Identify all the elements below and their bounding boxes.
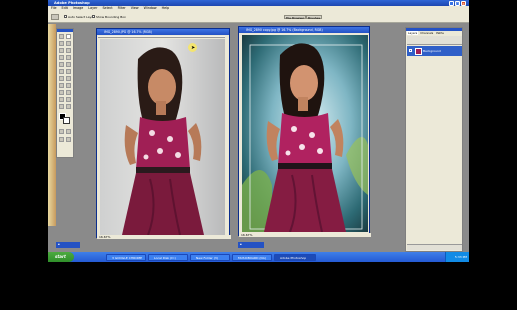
clock: 5:33 PM (454, 255, 467, 259)
background-color-swatch[interactable] (63, 117, 70, 124)
minimized-document[interactable]: ▪ (56, 242, 80, 248)
toolbox-header (57, 29, 73, 32)
photo-girl-edited (242, 35, 368, 232)
panel-tabs: Layers Channels Paths (407, 31, 445, 35)
brush-tool-icon[interactable] (66, 55, 71, 60)
gradient-tool-icon[interactable] (66, 69, 71, 74)
close-icon[interactable]: × (461, 0, 466, 6)
document-canvas[interactable] (100, 39, 225, 235)
move-tool-icon[interactable] (66, 34, 71, 39)
lasso-tool-icon[interactable] (59, 41, 64, 46)
document-window-edited: IMG_2890 copy.jpg @ 16.7% (Background, R… (238, 26, 371, 237)
task-chrome[interactable]: 3 GOOGLE CHROME (106, 253, 146, 261)
windows-taskbar: start 3 GOOGLE CHROME Local Disk (D:) Ne… (48, 252, 469, 262)
move-tool-preset-icon[interactable] (51, 14, 59, 20)
tab-channels[interactable]: Channels (419, 31, 434, 35)
hand-tool-icon[interactable] (59, 104, 64, 109)
zoom-tool-icon[interactable] (66, 104, 71, 109)
shape-tool-icon[interactable] (66, 90, 71, 95)
standard-mode-icon[interactable] (59, 129, 64, 134)
options-bar: Auto Select Layer Show Bounding Box File… (48, 11, 469, 23)
notes-tool-icon[interactable] (59, 97, 64, 102)
slice-tool-icon[interactable] (66, 48, 71, 53)
task-adobe-photoshop[interactable]: Adobe Photoshop (274, 253, 316, 261)
bounding-box-label: Show Bounding Box (96, 14, 126, 19)
file-browser-tab[interactable]: File Browser (284, 15, 307, 20)
quick-mask-mode-icon[interactable] (66, 129, 71, 134)
zoom-level: 16.67% (99, 235, 111, 239)
start-button[interactable]: start (48, 252, 74, 262)
clone-stamp-tool-icon[interactable] (59, 62, 64, 67)
tab-paths[interactable]: Paths (435, 31, 445, 35)
minimize-icon[interactable]: _ (449, 0, 454, 6)
layers-panel: Layers Channels Paths Background (405, 27, 463, 252)
brushes-tab[interactable]: Brushes (306, 15, 323, 20)
photo-girl-original (100, 39, 225, 235)
zoom-level: 16.67% (241, 233, 253, 237)
eyedropper-tool-icon[interactable] (66, 97, 71, 102)
layer-options-row (407, 36, 462, 45)
toolbox-panel (56, 28, 74, 158)
pen-tool-icon[interactable] (59, 90, 64, 95)
document-window-original: IMG_2890.JPG @ 16.7% (RGB) 16.67% (96, 28, 231, 239)
screen-mode-full-icon[interactable] (66, 137, 71, 142)
blur-tool-icon[interactable] (59, 76, 64, 81)
desktop-screen: Adobe Photoshop _ □ × File Edit Image La… (48, 0, 469, 262)
layer-actions-bar (407, 244, 462, 250)
crop-tool-icon[interactable] (59, 48, 64, 53)
bounding-box-checkbox[interactable] (92, 15, 95, 18)
document-title-bar: IMG_2890 copy.jpg @ 16.7% (Background, R… (239, 27, 369, 33)
layer-name: Background (422, 49, 441, 53)
history-brush-tool-icon[interactable] (66, 62, 71, 67)
document-title: IMG_2890 copy.jpg @ 16.7% (Background, R… (246, 28, 323, 32)
task-musicboard[interactable]: MUSICBOARD (DA) (232, 253, 272, 261)
document-canvas[interactable] (242, 35, 368, 232)
dodge-tool-icon[interactable] (66, 76, 71, 81)
layer-row-background[interactable]: Background (407, 46, 462, 56)
magic-wand-tool-icon[interactable] (66, 41, 71, 46)
document-status-bar: 16.67% (239, 233, 371, 237)
layer-thumbnail (414, 47, 422, 55)
document-status-bar: 16.67% (97, 235, 231, 239)
screen-mode-standard-icon[interactable] (59, 137, 64, 142)
path-selection-tool-icon[interactable] (59, 83, 64, 88)
type-tool-icon[interactable] (66, 83, 71, 88)
auto-select-checkbox[interactable] (64, 15, 67, 18)
auto-select-label: Auto Select Layer (68, 14, 95, 19)
document-title: IMG_2890.JPG @ 16.7% (RGB) (104, 30, 152, 34)
ruler-horizontal (98, 36, 225, 38)
eye-icon[interactable] (409, 49, 412, 52)
healing-brush-tool-icon[interactable] (59, 55, 64, 60)
mouse-pointer-icon: ➤ (191, 45, 196, 51)
system-tray: 5:33 PM (445, 252, 469, 262)
tab-layers[interactable]: Layers (407, 31, 419, 35)
marquee-tool-icon[interactable] (59, 34, 64, 39)
background-document-edge (48, 24, 56, 226)
document-title-bar: IMG_2890.JPG @ 16.7% (RGB) (97, 29, 229, 35)
minimized-document[interactable]: ▪ (238, 242, 264, 248)
task-local-disk[interactable]: Local Disk (D:) (148, 253, 188, 261)
task-new-folder[interactable]: New Folder (3) (190, 253, 230, 261)
eraser-tool-icon[interactable] (59, 69, 64, 74)
app-title: Adobe Photoshop (54, 1, 90, 5)
maximize-icon[interactable]: □ (455, 0, 460, 6)
